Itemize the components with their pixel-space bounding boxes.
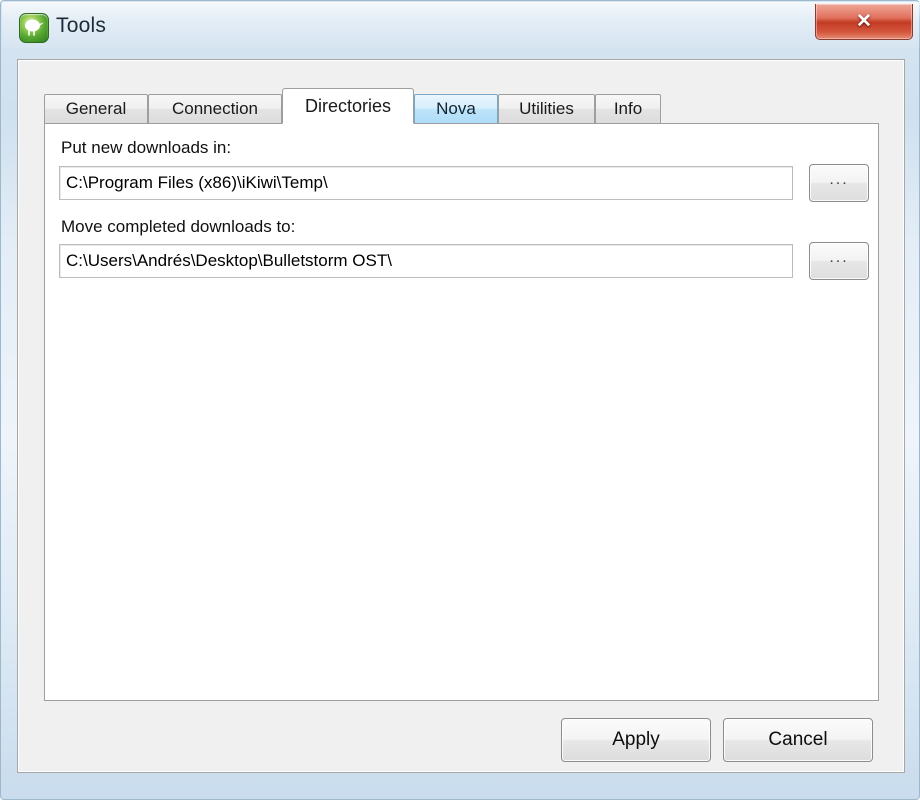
tab-label: Nova	[436, 99, 476, 118]
window-title: Tools	[56, 14, 107, 37]
tab-info[interactable]: Info	[595, 94, 661, 124]
tab-label: Info	[613, 99, 643, 118]
tab-general[interactable]: General	[44, 94, 148, 124]
cancel-button[interactable]: Cancel	[723, 718, 873, 762]
kiwi-app-icon	[19, 13, 49, 43]
tab-label: Connection	[171, 99, 258, 118]
completed-location-input[interactable]	[59, 244, 793, 278]
tab-connection[interactable]: Connection	[148, 94, 282, 124]
download-location-input[interactable]	[59, 166, 793, 200]
close-icon: ✕	[856, 11, 872, 32]
tab-label: Directories	[304, 95, 392, 116]
title-bar: Tools ✕	[1, 1, 920, 51]
tab-label: General	[65, 99, 127, 118]
dialog-window: Tools ✕ General Connection Directories Nova…	[0, 0, 920, 800]
tab-page-directories: Put new downloads in: ... Move completed…	[44, 123, 879, 701]
download-location-browse-button[interactable]: ...	[809, 164, 869, 202]
completed-location-label: Move completed downloads to:	[61, 217, 296, 236]
download-location-label: Put new downloads in:	[61, 138, 232, 157]
tab-strip: General Connection Directories Nova Utilitie…	[44, 88, 879, 124]
dialog-client-area: General Connection Directories Nova Utilitie…	[17, 59, 905, 773]
tab-nova[interactable]: Nova	[414, 94, 498, 124]
close-button[interactable]: ✕	[815, 4, 913, 40]
tab-directories[interactable]: Directories	[282, 88, 414, 124]
apply-button[interactable]: Apply	[561, 718, 711, 762]
completed-location-browse-button[interactable]: ...	[809, 242, 869, 280]
tab-label: Utilities	[519, 99, 574, 118]
tab-utilities[interactable]: Utilities	[498, 94, 595, 124]
